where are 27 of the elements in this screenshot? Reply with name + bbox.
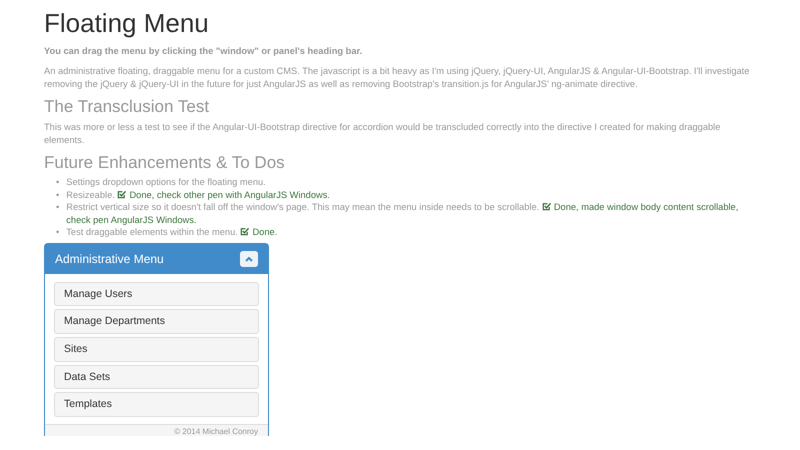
checkbox-tick-icon bbox=[240, 227, 250, 236]
section-paragraph: This was more or less a test to see if the Angular-UI-Bootstrap directive for accordion would be transcluded correctly into the directive I created for making draggable elements. bbox=[44, 120, 722, 147]
todo-item: Settings dropdown options for the floating menu. bbox=[66, 176, 266, 189]
menu-item[interactable]: Manage Users bbox=[54, 282, 259, 306]
section-heading: Future Enhancements & To Dos bbox=[44, 152, 286, 173]
bullet-mark: • bbox=[56, 188, 60, 202]
panel-heading[interactable]: Administrative Menu bbox=[45, 244, 268, 274]
lead-text: You can drag the menu by clicking the "window" or panel's heading bar. bbox=[44, 45, 364, 58]
intro-paragraph: An administrative floating, draggable menu for a custom CMS. The javascript is a bit heavy as I'm using jQuery, jQuery-UI, AngularJS & Angular-UI-Bootstrap. I'll investigate removing the jQuery & jQuery-UI in the future for just AngularJS as well as removing Bootstrap's transition.js for AngularJS' ng-animate directive. bbox=[44, 65, 750, 92]
chevron-up-icon bbox=[245, 256, 253, 262]
todo-item: Resizeable. Done, check other pen with AngularJS Windows. bbox=[66, 188, 330, 202]
todo-item: Restrict vertical size so it doesn't fall off the window's page. This may mean the menu inside needs to be scrollable. Done, made window body content scrollable, check pen AngularJS Windows. bbox=[66, 201, 740, 226]
bullet-mark: • bbox=[56, 226, 60, 239]
checkbox-tick-icon bbox=[117, 190, 126, 199]
panel-footer: © 2014 Michael Conroy bbox=[45, 424, 268, 436]
bullet-mark: • bbox=[56, 201, 60, 214]
checkbox-tick-icon bbox=[542, 202, 551, 212]
section-heading: The Transclusion Test bbox=[44, 97, 210, 118]
menu-item[interactable]: Templates bbox=[54, 392, 259, 418]
collapse-toggle-button[interactable] bbox=[240, 250, 258, 267]
menu-item[interactable]: Sites bbox=[54, 337, 259, 362]
panel-title: Administrative Menu bbox=[55, 250, 164, 268]
bullet-mark: • bbox=[56, 176, 60, 189]
todo-item: Test draggable elements within the menu. Done. bbox=[66, 226, 278, 239]
page-title: Floating Menu bbox=[44, 8, 210, 40]
menu-item[interactable]: Data Sets bbox=[54, 364, 259, 390]
menu-item[interactable]: Manage Departments bbox=[54, 309, 259, 334]
